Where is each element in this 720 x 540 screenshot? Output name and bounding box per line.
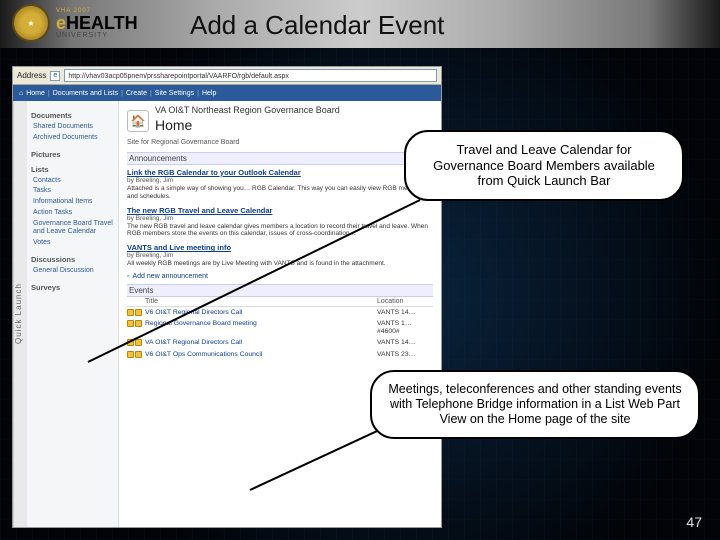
- callout-pointer-2: [0, 0, 720, 540]
- callout-events: Meetings, teleconferences and other stan…: [370, 370, 700, 439]
- slide-number: 47: [686, 514, 702, 530]
